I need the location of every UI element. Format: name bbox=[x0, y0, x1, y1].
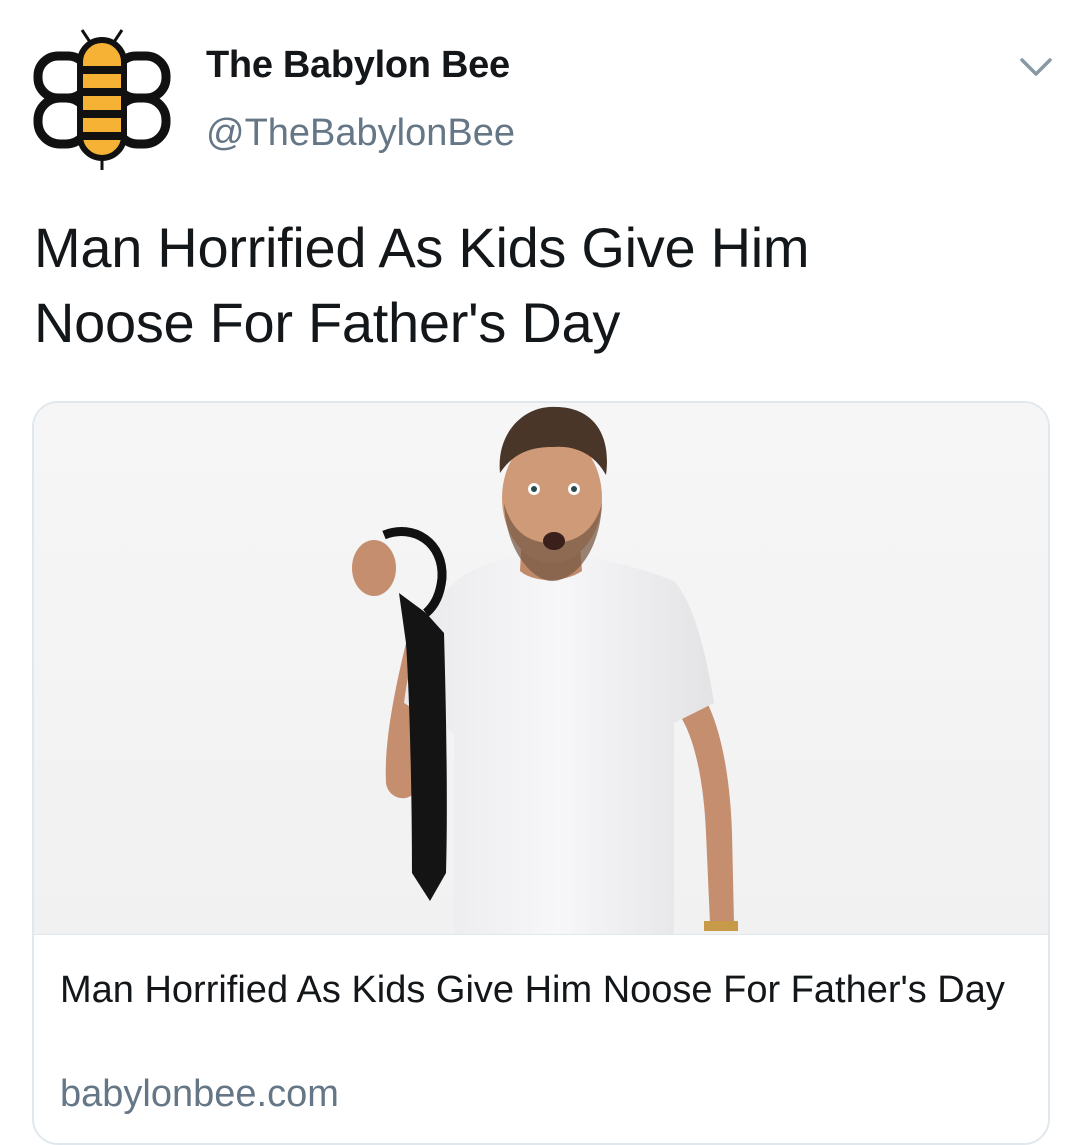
card-image[interactable] bbox=[34, 403, 1048, 934]
card-domain[interactable]: babylonbee.com bbox=[60, 1073, 339, 1116]
tweet[interactable]: The Babylon Bee @TheBabylonBee Man Horri… bbox=[0, 0, 1080, 1145]
account-name[interactable]: The Babylon Bee bbox=[206, 44, 510, 87]
card-divider bbox=[34, 934, 1048, 935]
tweet-text-line: Noose For Father's Day bbox=[34, 291, 621, 354]
avatar[interactable] bbox=[32, 28, 172, 173]
tweet-text-line: Man Horrified As Kids Give Him bbox=[34, 216, 810, 279]
chevron-down-icon bbox=[1020, 58, 1052, 76]
tweet-menu-button[interactable] bbox=[1016, 52, 1056, 84]
man-holding-necktie-photo bbox=[34, 403, 1048, 934]
bee-logo-icon bbox=[33, 29, 171, 170]
tweet-text: Man Horrified As Kids Give Him Noose For… bbox=[34, 210, 1044, 360]
account-handle[interactable]: @TheBabylonBee bbox=[206, 112, 515, 155]
link-card[interactable]: Man Horrified As Kids Give Him Noose For… bbox=[32, 401, 1050, 1145]
card-title[interactable]: Man Horrified As Kids Give Him Noose For… bbox=[60, 963, 1030, 1018]
